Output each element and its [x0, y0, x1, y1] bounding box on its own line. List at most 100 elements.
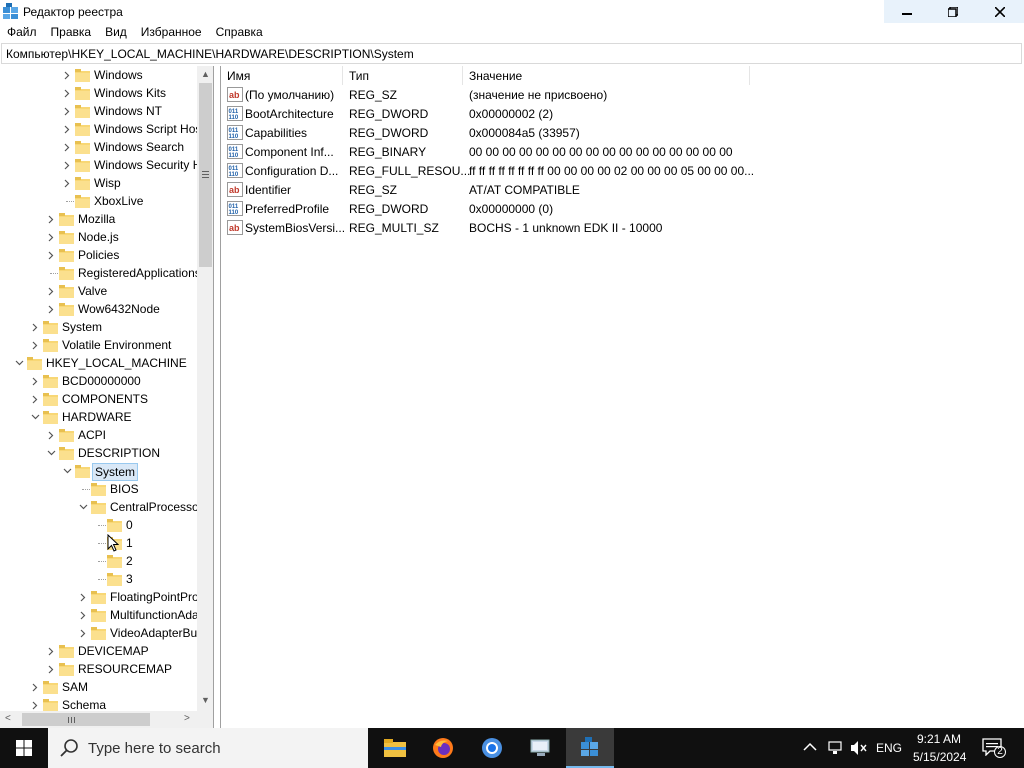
- value-row[interactable]: 011 110 BootArchitecture REG_DWORD 0x0000000…: [221, 104, 1001, 123]
- tree-node[interactable]: Valve: [0, 282, 197, 300]
- tree-node-label[interactable]: DESCRIPTION: [76, 445, 162, 461]
- tree-node[interactable]: 3: [0, 570, 197, 588]
- tree-node-label[interactable]: Windows: [92, 67, 145, 83]
- tree-node[interactable]: BIOS: [0, 480, 197, 498]
- tree-node[interactable]: XboxLive: [0, 192, 197, 210]
- scroll-left-icon[interactable]: <: [5, 713, 11, 724]
- clock-time[interactable]: 9:21 AM: [917, 732, 961, 746]
- expand-chevron-icon[interactable]: [30, 318, 40, 336]
- chevron-up-icon[interactable]: [803, 742, 817, 752]
- tree-node-label[interactable]: Valve: [76, 283, 109, 299]
- tree-node-label[interactable]: System: [92, 463, 139, 481]
- expand-chevron-icon[interactable]: [30, 678, 40, 696]
- tree-node-label[interactable]: MultifunctionAdapter: [108, 607, 197, 623]
- tree-node[interactable]: Policies: [0, 246, 197, 264]
- tree-node[interactable]: Windows Security H: [0, 156, 197, 174]
- tree-node[interactable]: Node.js: [0, 228, 197, 246]
- value-row[interactable]: 011 110 PreferredProfile REG_DWORD 0x0000000…: [221, 199, 1001, 218]
- tree-node[interactable]: Windows NT: [0, 102, 197, 120]
- scroll-up-icon[interactable]: ▲: [201, 69, 210, 79]
- input-language[interactable]: ENG: [876, 741, 902, 755]
- tree-node[interactable]: DEVICEMAP: [0, 642, 197, 660]
- minimize-button[interactable]: [884, 0, 930, 23]
- tree-node[interactable]: Mozilla: [0, 210, 197, 228]
- tree-node-label[interactable]: Wow6432Node: [76, 301, 162, 317]
- tree-node[interactable]: HARDWARE: [0, 408, 197, 426]
- tree-node[interactable]: Wisp: [0, 174, 197, 192]
- address-bar[interactable]: Компьютер\HKEY_LOCAL_MACHINE\HARDWARE\DE…: [1, 43, 1022, 64]
- tree-vertical-scrollbar[interactable]: ▲ ▼: [197, 66, 213, 711]
- expand-chevron-icon[interactable]: [30, 336, 40, 354]
- tree-node[interactable]: 1: [0, 534, 197, 552]
- tree-node-label[interactable]: DEVICEMAP: [76, 643, 151, 659]
- tree-node-label[interactable]: Policies: [76, 247, 121, 263]
- tree-node-label[interactable]: XboxLive: [92, 193, 145, 209]
- network-app-button[interactable]: [517, 728, 565, 768]
- expand-chevron-icon[interactable]: [62, 120, 72, 138]
- value-row[interactable]: ab Identifier REG_SZ AT/AT COMPATIBLE: [221, 180, 1001, 199]
- tree-node-label[interactable]: Wisp: [92, 175, 123, 191]
- tree-node-label[interactable]: HARDWARE: [60, 409, 134, 425]
- expand-chevron-icon[interactable]: [62, 174, 72, 192]
- menu-edit[interactable]: Правка: [44, 23, 99, 42]
- collapse-chevron-icon[interactable]: [62, 462, 72, 480]
- tree-node-label[interactable]: Schema: [60, 697, 108, 711]
- tree-node-label[interactable]: Windows Kits: [92, 85, 168, 101]
- tree-node-label[interactable]: 2: [124, 553, 135, 569]
- file-explorer-button[interactable]: [371, 728, 419, 768]
- column-header-name[interactable]: Имя: [221, 66, 343, 85]
- tree-horizontal-scrollbar[interactable]: < >: [0, 711, 197, 728]
- tree-node-label[interactable]: Windows Security H: [92, 157, 197, 173]
- value-row[interactable]: 011 110 Capabilities REG_DWORD 0x000084a5 (3…: [221, 123, 1001, 142]
- tree-node-label[interactable]: Windows Search: [92, 139, 186, 155]
- expand-chevron-icon[interactable]: [46, 282, 56, 300]
- start-button[interactable]: [0, 728, 48, 768]
- tree-node-label[interactable]: 0: [124, 517, 135, 533]
- tree-node-label[interactable]: RESOURCEMAP: [76, 661, 174, 677]
- value-row[interactable]: ab SystemBiosVersi... REG_MULTI_SZ BOCHS - …: [221, 218, 1001, 237]
- expand-chevron-icon[interactable]: [46, 246, 56, 264]
- tree-node-label[interactable]: Volatile Environment: [60, 337, 173, 353]
- clock-date[interactable]: 5/15/2024: [913, 750, 966, 764]
- tree-node[interactable]: COMPONENTS: [0, 390, 197, 408]
- taskbar-search-box[interactable]: Type here to search: [48, 728, 368, 768]
- collapse-chevron-icon[interactable]: [46, 444, 56, 462]
- expand-chevron-icon[interactable]: [78, 606, 88, 624]
- close-button[interactable]: [976, 0, 1024, 23]
- tree-node[interactable]: DESCRIPTION: [0, 444, 197, 462]
- tree-node[interactable]: Windows: [0, 66, 197, 84]
- tree-node[interactable]: SAM: [0, 678, 197, 696]
- expand-chevron-icon[interactable]: [46, 228, 56, 246]
- tree-node[interactable]: ACPI: [0, 426, 197, 444]
- tree-node[interactable]: RegisteredApplications: [0, 264, 197, 282]
- tree-horizontal-scroll-thumb[interactable]: [22, 713, 150, 726]
- expand-chevron-icon[interactable]: [46, 210, 56, 228]
- expand-chevron-icon[interactable]: [62, 156, 72, 174]
- expand-chevron-icon[interactable]: [62, 138, 72, 156]
- tree-node-label[interactable]: Node.js: [76, 229, 121, 245]
- tree-node-label[interactable]: Windows NT: [92, 103, 164, 119]
- tree-node[interactable]: Windows Script Host: [0, 120, 197, 138]
- tree-node-label[interactable]: COMPONENTS: [60, 391, 150, 407]
- network-icon[interactable]: [828, 740, 844, 756]
- tree-vertical-scroll-thumb[interactable]: [199, 83, 212, 267]
- tree-node[interactable]: Schema: [0, 696, 197, 711]
- tree-node-label[interactable]: BCD00000000: [60, 373, 143, 389]
- tree-node-label[interactable]: CentralProcessor: [108, 499, 197, 515]
- chrome-button[interactable]: [468, 728, 516, 768]
- tree-node[interactable]: System: [0, 462, 197, 481]
- notifications-button[interactable]: 2: [982, 738, 1006, 758]
- tree-node[interactable]: 2: [0, 552, 197, 570]
- tree-node[interactable]: HKEY_LOCAL_MACHINE: [0, 354, 197, 372]
- column-header-type[interactable]: Тип: [343, 66, 463, 85]
- tree-node-label[interactable]: HKEY_LOCAL_MACHINE: [44, 355, 189, 371]
- tree-node[interactable]: CentralProcessor: [0, 498, 197, 516]
- tree-node-label[interactable]: System: [60, 319, 104, 335]
- tree-node[interactable]: FloatingPointProcessor: [0, 588, 197, 606]
- restore-button[interactable]: [930, 0, 976, 23]
- expand-chevron-icon[interactable]: [30, 696, 40, 711]
- collapse-chevron-icon[interactable]: [14, 354, 24, 372]
- tree-node[interactable]: BCD00000000: [0, 372, 197, 390]
- scroll-down-icon[interactable]: ▼: [201, 695, 210, 705]
- expand-chevron-icon[interactable]: [62, 66, 72, 84]
